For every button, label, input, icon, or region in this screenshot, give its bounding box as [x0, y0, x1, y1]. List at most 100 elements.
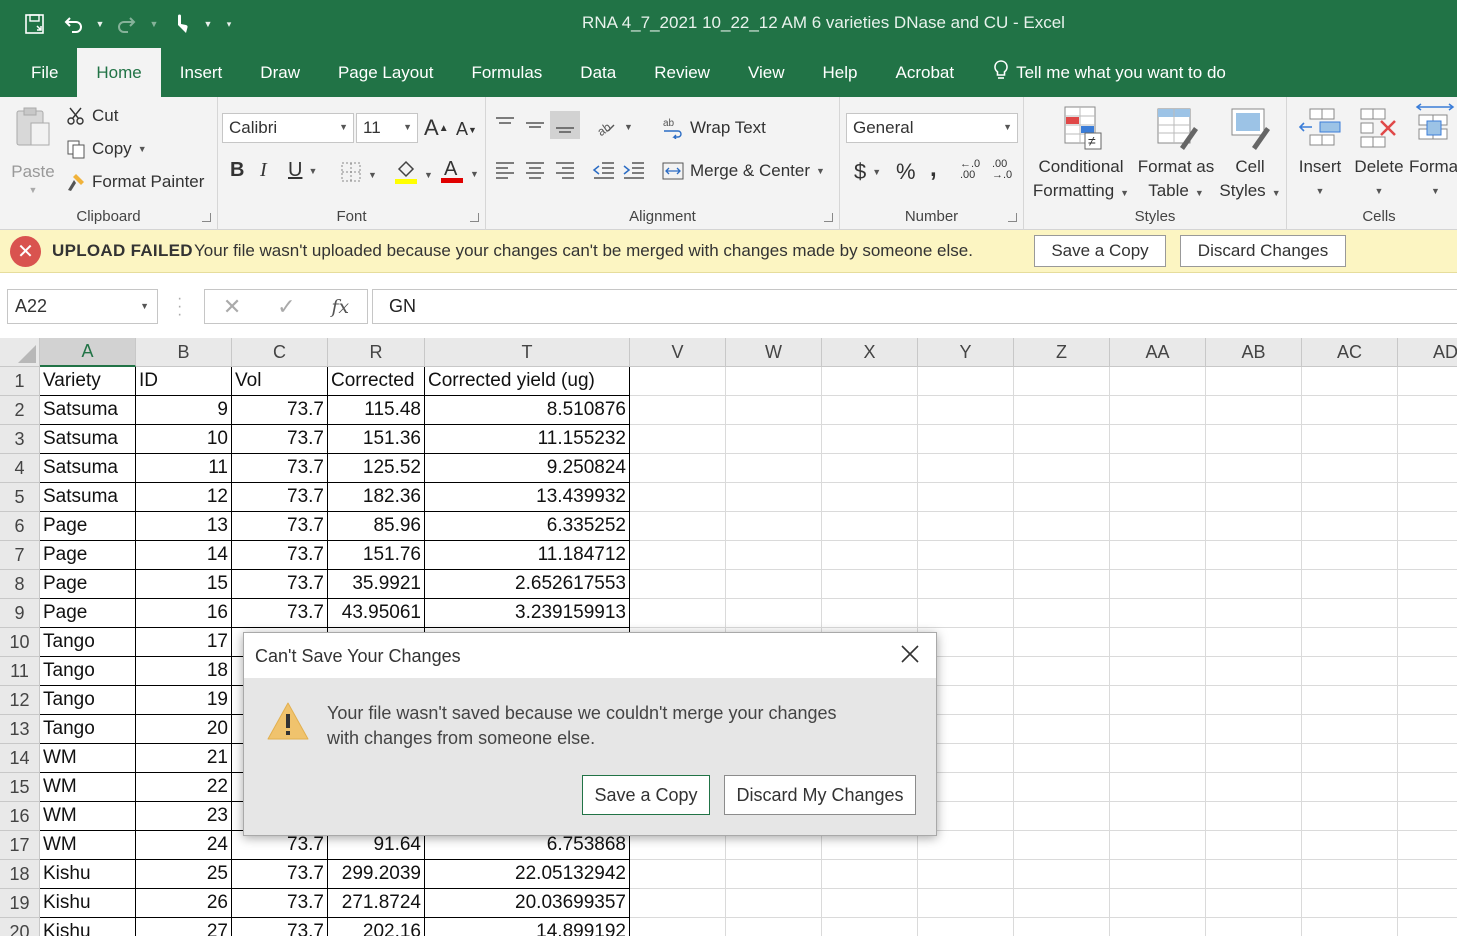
cell[interactable] — [1302, 889, 1398, 918]
tab-help[interactable]: Help — [804, 48, 877, 97]
row-header[interactable]: 20 — [0, 918, 40, 936]
cell[interactable] — [630, 396, 726, 425]
cell[interactable]: 73.7 — [232, 570, 328, 599]
cell[interactable]: Page — [40, 512, 136, 541]
cell[interactable] — [1110, 831, 1206, 860]
font-launcher-icon[interactable] — [470, 213, 479, 222]
cell[interactable] — [726, 918, 822, 936]
cell[interactable] — [1302, 454, 1398, 483]
cell[interactable] — [918, 570, 1014, 599]
cell[interactable]: 22 — [136, 773, 232, 802]
tab-draw[interactable]: Draw — [241, 48, 319, 97]
cell[interactable]: 182.36 — [328, 483, 425, 512]
cell[interactable] — [1398, 425, 1457, 454]
cell[interactable]: Kishu — [40, 889, 136, 918]
cell[interactable] — [1302, 686, 1398, 715]
cell[interactable] — [822, 918, 918, 936]
cell[interactable]: Satsuma — [40, 483, 136, 512]
cell[interactable] — [1206, 425, 1302, 454]
cell[interactable] — [1014, 831, 1110, 860]
tab-page-layout[interactable]: Page Layout — [319, 48, 452, 97]
cell[interactable] — [1110, 512, 1206, 541]
discard-my-changes-button[interactable]: Discard My Changes — [724, 775, 916, 815]
cell[interactable] — [630, 860, 726, 889]
column-header-ad[interactable]: AD — [1398, 338, 1457, 367]
row-header[interactable]: 17 — [0, 831, 40, 860]
cell[interactable] — [1110, 802, 1206, 831]
format-as-table-button[interactable]: Format as Table ▼ — [1132, 103, 1220, 205]
cell[interactable] — [1302, 599, 1398, 628]
cell[interactable]: 27 — [136, 918, 232, 936]
discard-changes-button[interactable]: Discard Changes — [1180, 235, 1346, 267]
cell[interactable]: 85.96 — [328, 512, 425, 541]
cancel-icon[interactable]: ✕ — [223, 294, 241, 320]
align-center-icon[interactable] — [524, 159, 546, 181]
wrap-text-button[interactable]: ab Wrap Text — [662, 117, 766, 139]
cell[interactable] — [630, 454, 726, 483]
cell[interactable]: Corrected yield (ug) — [425, 367, 630, 396]
row-header[interactable]: 13 — [0, 715, 40, 744]
cell[interactable] — [822, 570, 918, 599]
cell[interactable]: 20 — [136, 715, 232, 744]
save-a-copy-button[interactable]: Save a Copy — [1034, 235, 1166, 267]
cell[interactable] — [1014, 396, 1110, 425]
cell[interactable] — [726, 483, 822, 512]
cell[interactable] — [822, 889, 918, 918]
cell[interactable] — [918, 599, 1014, 628]
column-header-y[interactable]: Y — [918, 338, 1014, 367]
close-icon[interactable] — [899, 643, 921, 665]
cell[interactable] — [1302, 367, 1398, 396]
cell[interactable]: Page — [40, 541, 136, 570]
cell[interactable] — [1302, 918, 1398, 936]
cell[interactable] — [1398, 512, 1457, 541]
increase-font-icon[interactable]: A ▲ — [424, 115, 449, 141]
cell[interactable]: 73.7 — [232, 599, 328, 628]
cell[interactable] — [1014, 599, 1110, 628]
row-header[interactable]: 7 — [0, 541, 40, 570]
column-header-z[interactable]: Z — [1014, 338, 1110, 367]
cell[interactable] — [1302, 483, 1398, 512]
cell[interactable]: 8.510876 — [425, 396, 630, 425]
cell[interactable]: ID — [136, 367, 232, 396]
cell[interactable]: WM — [40, 802, 136, 831]
cell[interactable] — [1014, 802, 1110, 831]
cell[interactable] — [822, 541, 918, 570]
cell[interactable]: Kishu — [40, 860, 136, 889]
cell[interactable]: 14 — [136, 541, 232, 570]
cell[interactable] — [822, 599, 918, 628]
currency-icon[interactable]: $ ▼ — [854, 159, 881, 185]
cell[interactable]: 151.76 — [328, 541, 425, 570]
cell[interactable] — [1398, 860, 1457, 889]
cell[interactable] — [1302, 512, 1398, 541]
cell[interactable] — [1014, 425, 1110, 454]
cell[interactable]: 202.16 — [328, 918, 425, 936]
cell[interactable] — [1206, 454, 1302, 483]
cell[interactable]: Vol — [232, 367, 328, 396]
delete-cells-button[interactable]: Delete ▼ — [1349, 103, 1409, 203]
cell[interactable] — [1110, 773, 1206, 802]
comma-icon[interactable]: , — [930, 155, 937, 183]
cell[interactable] — [1110, 715, 1206, 744]
cell[interactable] — [822, 367, 918, 396]
cell[interactable] — [1206, 918, 1302, 936]
align-right-icon[interactable] — [554, 159, 576, 181]
cell[interactable] — [1110, 628, 1206, 657]
cell[interactable] — [918, 889, 1014, 918]
decrease-decimal-icon[interactable]: .00 →.0 — [992, 159, 1012, 181]
percent-icon[interactable]: % — [896, 159, 916, 185]
cell[interactable]: WM — [40, 831, 136, 860]
cell[interactable] — [1206, 541, 1302, 570]
row-header[interactable]: 19 — [0, 889, 40, 918]
cell[interactable] — [1398, 657, 1457, 686]
cell[interactable]: 13 — [136, 512, 232, 541]
cell[interactable] — [726, 889, 822, 918]
cell[interactable] — [1110, 425, 1206, 454]
cell[interactable] — [822, 396, 918, 425]
cell[interactable] — [726, 396, 822, 425]
cell[interactable]: Tango — [40, 657, 136, 686]
conditional-formatting-button[interactable]: ≠ Conditional Formatting ▼ — [1030, 103, 1132, 205]
cell[interactable] — [822, 483, 918, 512]
cell[interactable]: 11 — [136, 454, 232, 483]
orientation-icon[interactable]: ab ▼ — [594, 117, 633, 137]
cell[interactable] — [1014, 367, 1110, 396]
